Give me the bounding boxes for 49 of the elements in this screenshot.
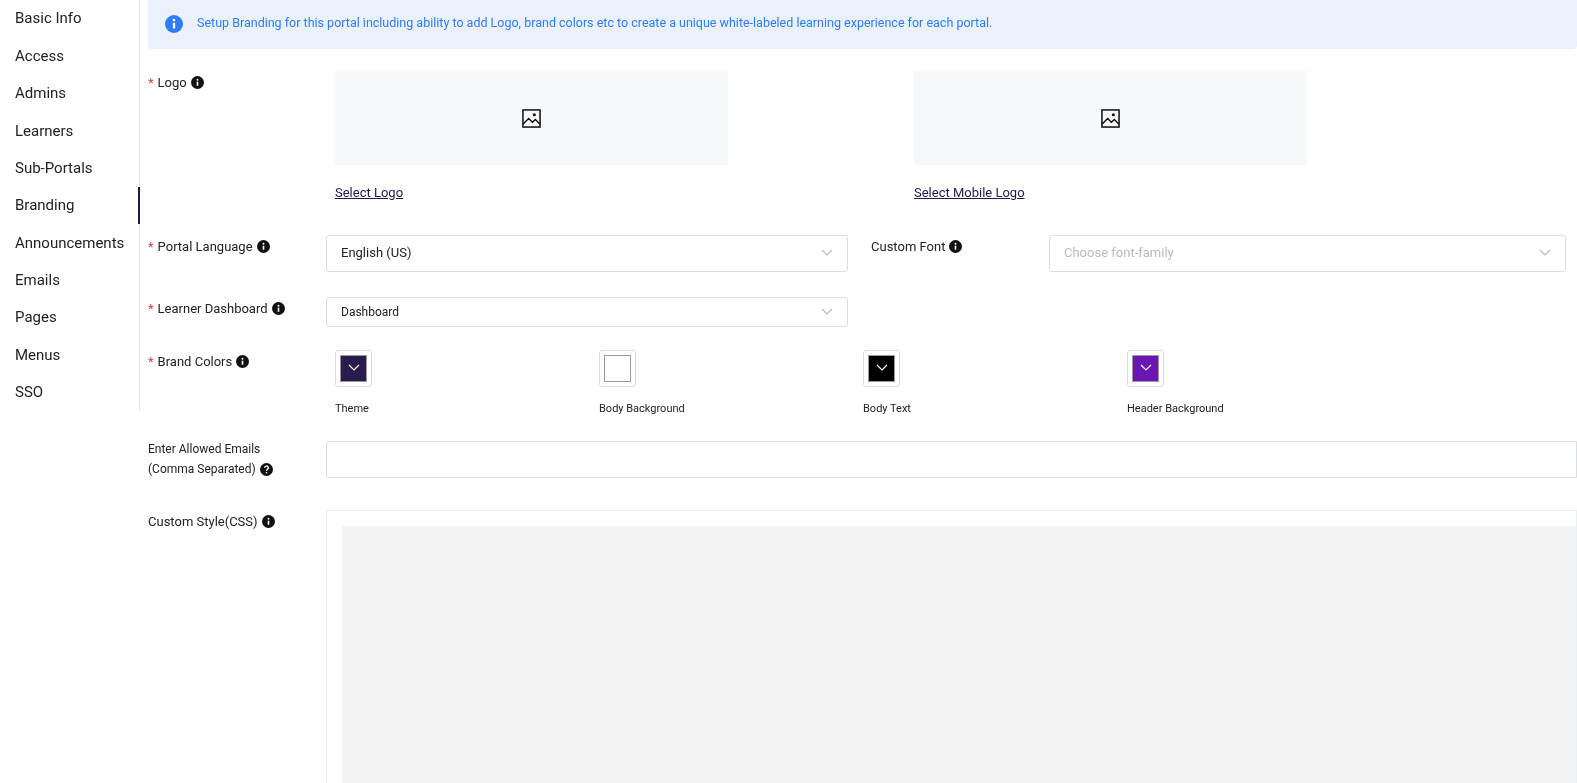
sidebar-item[interactable]: Access bbox=[0, 37, 139, 75]
image-icon bbox=[522, 108, 541, 128]
field-label: Learner Dashboard bbox=[157, 299, 268, 318]
chevron-down-icon bbox=[347, 364, 360, 372]
info-icon[interactable] bbox=[261, 515, 275, 529]
sidebar-item[interactable]: Announcements bbox=[0, 224, 139, 262]
chevron-down-icon bbox=[821, 249, 833, 257]
required-asterisk: * bbox=[148, 74, 154, 92]
emails-input[interactable] bbox=[326, 441, 1577, 478]
field-label: Enter Allowed Emails bbox=[148, 441, 262, 458]
field-label: Logo bbox=[157, 74, 187, 92]
sidebar-item[interactable]: Branding bbox=[0, 186, 140, 225]
chevron-down-icon bbox=[821, 307, 833, 316]
chevron-down-icon bbox=[875, 364, 888, 372]
info-icon[interactable] bbox=[190, 76, 204, 90]
info-icon[interactable] bbox=[256, 239, 270, 253]
sidebar-item[interactable]: Learners bbox=[0, 112, 139, 150]
help-icon[interactable] bbox=[259, 462, 273, 476]
sidebar-item[interactable]: Emails bbox=[0, 261, 139, 299]
field-label: (Comma Separated) bbox=[148, 461, 256, 478]
color-label: Body Text bbox=[863, 400, 911, 417]
sidebar-item[interactable]: Basic Info bbox=[0, 0, 139, 38]
image-icon bbox=[1101, 108, 1120, 128]
info-icon[interactable] bbox=[271, 301, 285, 315]
color-label: Header Background bbox=[1127, 400, 1224, 417]
sidebar-item[interactable]: SSO bbox=[0, 373, 139, 411]
select-logo-link[interactable]: Select Logo bbox=[335, 183, 404, 203]
info-icon[interactable] bbox=[949, 239, 963, 253]
language-select[interactable]: English (US) bbox=[326, 234, 848, 272]
banner-text: Setup Branding for this portal including ability to add Logo, brand colors etc to create a unique white-labeled learning experience for each portal. bbox=[197, 14, 993, 33]
sidebar-item[interactable]: Admins bbox=[0, 74, 139, 113]
required-asterisk: * bbox=[148, 299, 154, 318]
field-label: Brand Colors bbox=[157, 352, 233, 371]
required-asterisk: * bbox=[148, 237, 154, 256]
chevron-down-icon bbox=[1539, 249, 1551, 257]
info-icon bbox=[165, 14, 183, 33]
field-label: Custom Style(CSS) bbox=[148, 513, 258, 531]
sidebar-item[interactable]: Menus bbox=[0, 336, 139, 374]
dashboard-select[interactable]: Dashboard bbox=[326, 296, 848, 327]
color-label: Body Background bbox=[599, 400, 685, 417]
sidebar-item[interactable]: Pages bbox=[0, 298, 139, 337]
info-icon[interactable] bbox=[236, 354, 250, 368]
field-label: Portal Language bbox=[157, 237, 253, 256]
required-asterisk: * bbox=[148, 352, 154, 371]
chevron-down-icon bbox=[1139, 364, 1152, 372]
color-label: Theme bbox=[335, 400, 369, 417]
field-label: Custom Font bbox=[871, 237, 946, 256]
select-logo-link[interactable]: Select Mobile Logo bbox=[914, 183, 1025, 203]
sidebar-item[interactable]: Sub-Portals bbox=[0, 149, 139, 187]
